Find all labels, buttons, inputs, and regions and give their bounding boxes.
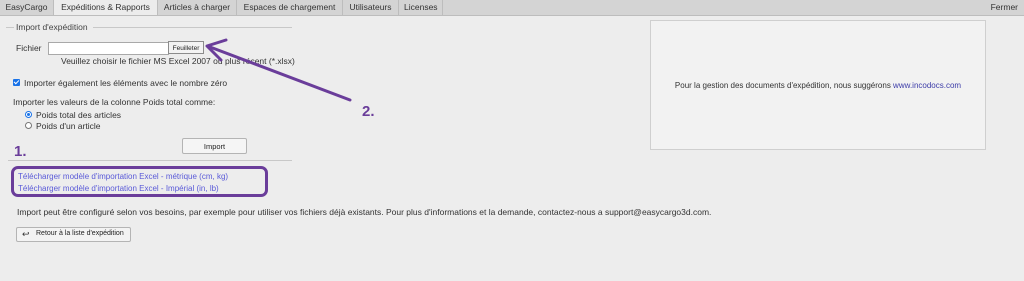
annotation-number-2: 2. [362,103,375,120]
annotation-arrow [205,38,352,102]
